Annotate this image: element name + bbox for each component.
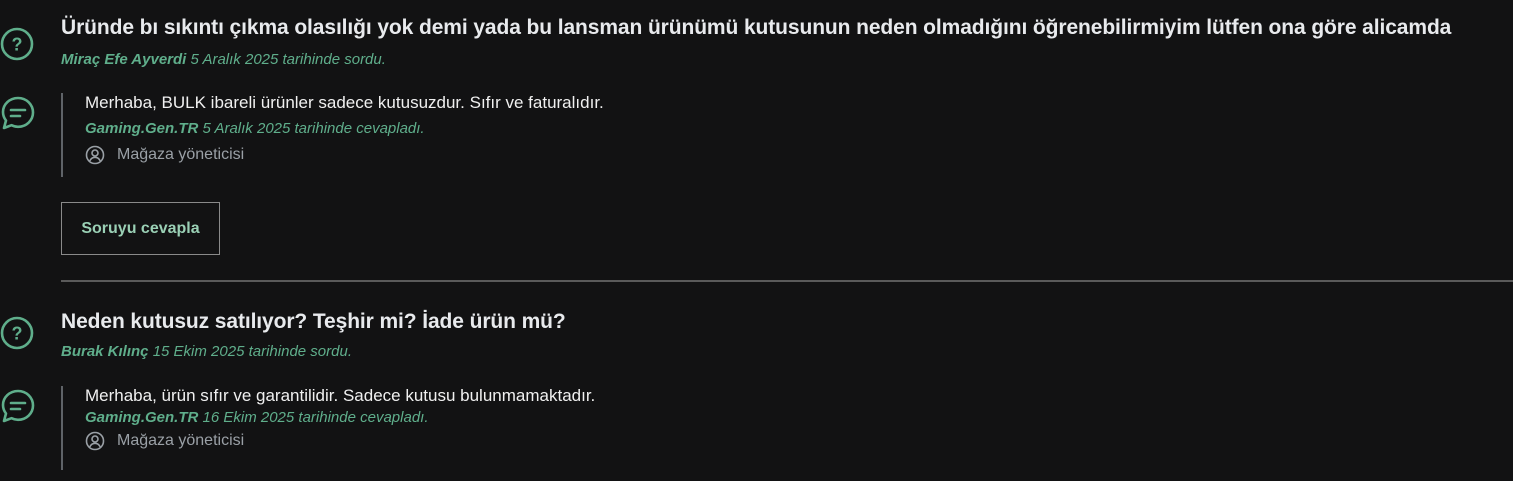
answer-date: 16 Ekim 2025 tarihinde cevapladı. <box>202 409 429 426</box>
answer-author: Gaming.Gen.TR <box>85 409 199 426</box>
divider <box>61 280 1513 282</box>
answer-role-label: Mağaza yöneticisi <box>117 146 245 163</box>
answer-meta: Gaming.Gen.TR 5 Aralık 2025 tarihinde ce… <box>85 120 604 137</box>
question-title: Neden kutusuz satılıyor? Teşhir mi? İade… <box>61 310 566 333</box>
answer-question-button[interactable]: Soruyu cevapla <box>61 202 220 255</box>
chat-bubble-icon <box>1 389 35 423</box>
question-date: 5 Aralık 2025 tarihinde sordu. <box>190 51 386 68</box>
chat-bubble-icon <box>1 96 35 130</box>
question-meta: Miraç Efe Ayverdi 5 Aralık 2025 tarihind… <box>61 51 386 68</box>
answer-role: Mağaza yöneticisi <box>85 145 604 165</box>
svg-text:?: ? <box>12 35 23 55</box>
answer-text: Merhaba, BULK ibareli ürünler sadece kut… <box>85 93 604 112</box>
user-circle-icon <box>85 145 105 165</box>
answer-block: Merhaba, ürün sıfır ve garantilidir. Sad… <box>61 386 595 470</box>
qa-list: ? Üründe bı sıkıntı çıkma olasılığı yok … <box>0 0 1513 481</box>
svg-text:?: ? <box>12 324 23 344</box>
question-circle-icon: ? <box>0 316 34 350</box>
user-circle-icon <box>85 431 105 451</box>
answer-role: Mağaza yöneticisi <box>85 431 595 451</box>
answer-author: Gaming.Gen.TR <box>85 120 199 137</box>
question-meta: Burak Kılınç 15 Ekim 2025 tarihinde sord… <box>61 343 352 360</box>
question-title: Üründe bı sıkıntı çıkma olasılığı yok de… <box>61 16 1452 39</box>
answer-text: Merhaba, ürün sıfır ve garantilidir. Sad… <box>85 386 596 405</box>
answer-block: Merhaba, BULK ibareli ürünler sadece kut… <box>61 93 604 177</box>
question-author: Burak Kılınç <box>61 343 149 360</box>
answer-date: 5 Aralık 2025 tarihinde cevapladı. <box>202 120 425 137</box>
question-circle-icon: ? <box>0 27 34 61</box>
answer-meta: Gaming.Gen.TR 16 Ekim 2025 tarihinde cev… <box>85 409 595 426</box>
question-author: Miraç Efe Ayverdi <box>61 51 187 68</box>
answer-role-label: Mağaza yöneticisi <box>117 432 245 449</box>
question-date: 15 Ekim 2025 tarihinde sordu. <box>152 343 352 360</box>
